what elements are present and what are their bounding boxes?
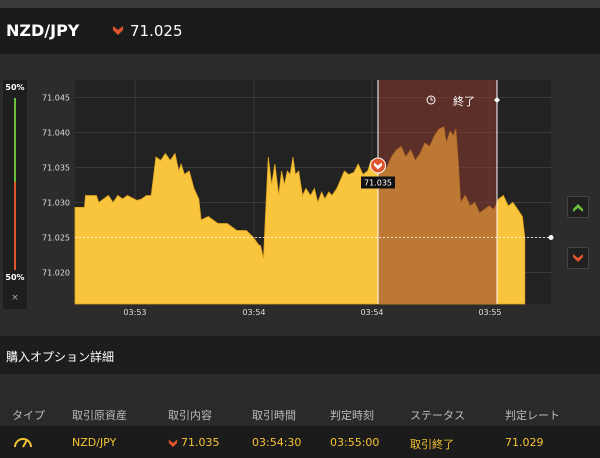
col-judge-rate: 判定レート [505, 409, 560, 422]
col-judge-time: 判定時刻 [330, 409, 374, 422]
price-chart: 終了 71.04571.04071.03571.03071.02571.020 … [30, 78, 560, 322]
y-tick-label: 71.030 [42, 199, 70, 208]
row-judge-time: 03:55:00 [330, 436, 380, 449]
sentiment-gauge: 50% 50% × [3, 80, 27, 309]
row-status: 取引終了 [410, 438, 454, 451]
row-trade-time: 03:54:30 [252, 436, 302, 449]
y-tick-label: 71.035 [42, 164, 70, 173]
x-tick-label: 03:54 [242, 308, 265, 317]
x-tick-label: 03:53 [123, 308, 146, 317]
x-tick-label: 03:55 [478, 308, 501, 317]
down-arrow-icon [168, 439, 178, 448]
col-asset: 取引原資産 [72, 409, 127, 422]
col-type: タイプ [12, 409, 45, 422]
col-content: 取引内容 [168, 409, 212, 422]
y-tick-label: 71.025 [42, 234, 70, 243]
col-trade-time: 取引時間 [252, 409, 296, 422]
option-detail-header: 購入オプション詳細 [0, 336, 600, 374]
end-label: 終了 [453, 94, 475, 108]
y-tick-label: 71.020 [42, 269, 70, 278]
row-asset: NZD/JPY [72, 436, 117, 449]
entry-price-label: 71.035 [364, 179, 392, 188]
current-price-dot [548, 235, 554, 240]
section-title: 購入オプション詳細 [6, 350, 115, 364]
up-arrow-icon [573, 204, 583, 212]
current-rate: 71.025 [130, 22, 183, 40]
gauge-down-bar [14, 182, 16, 270]
table-header: タイプ 取引原資産 取引内容 取引時間 判定時刻 ステータス 判定レート [0, 398, 600, 426]
entry-marker-icon [370, 157, 386, 174]
header-bar: NZD/JPY 71.025 [0, 8, 600, 54]
y-tick-label: 71.040 [42, 129, 70, 138]
row-content: 71.035 [181, 436, 220, 449]
table-row[interactable]: NZD/JPY 71.035 03:54:30 03:55:00 取引終了 71… [0, 426, 600, 458]
gauge-up-bar [14, 98, 16, 182]
gauge-bottom-label: 50% [5, 273, 25, 282]
top-strip [0, 0, 600, 8]
x-tick-label: 03:54 [360, 308, 383, 317]
col-status: ステータス [410, 409, 465, 422]
low-button[interactable] [567, 247, 589, 269]
down-arrow-icon [573, 254, 583, 262]
y-tick-label: 71.045 [42, 94, 70, 103]
row-judge-rate: 71.029 [505, 436, 544, 449]
gauge-icon [14, 438, 32, 448]
close-icon[interactable]: × [3, 293, 27, 303]
gauge-top-label: 50% [5, 83, 25, 92]
end-zone [378, 80, 497, 304]
high-button[interactable] [567, 196, 589, 218]
currency-pair: NZD/JPY [6, 21, 80, 40]
down-arrow-icon [113, 26, 123, 35]
